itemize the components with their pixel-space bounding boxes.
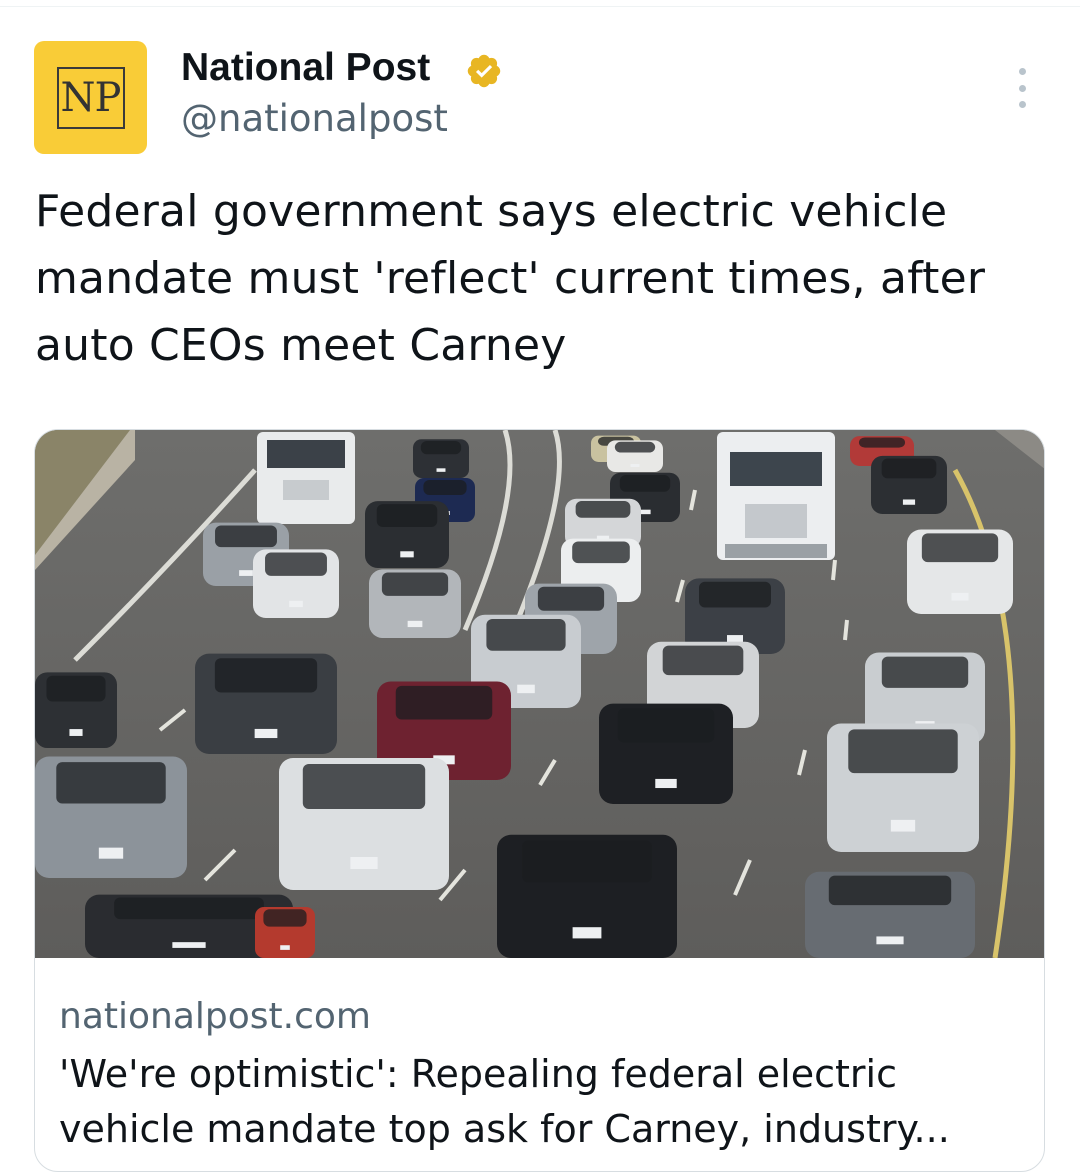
- link-card[interactable]: nationalpost.com 'We're optimistic': Rep…: [34, 429, 1045, 1172]
- top-divider: [0, 6, 1080, 7]
- avatar-logo: NP: [56, 66, 125, 129]
- card-title-line: 'We're optimistic': Repealing federal el…: [59, 1052, 897, 1096]
- avatar[interactable]: NP: [34, 41, 147, 154]
- card-domain: nationalpost.com: [59, 996, 371, 1037]
- author-name[interactable]: National Post: [181, 46, 430, 90]
- card-title: 'We're optimistic': Repealing federal el…: [59, 1047, 1019, 1157]
- author-handle[interactable]: @nationalpost: [181, 97, 448, 140]
- tweet-line: auto CEOs meet Carney: [35, 320, 567, 371]
- card-title-line: vehicle mandate top ask for Carney, indu…: [59, 1107, 950, 1151]
- tweet-line: Federal government says electric vehicle: [35, 186, 948, 237]
- more-options-icon[interactable]: [1010, 68, 1034, 108]
- tweet-text: Federal government says electric vehicle…: [35, 178, 1045, 379]
- verified-badge-icon: [467, 54, 501, 88]
- tweet-line: mandate must 'reflect' current times, af…: [35, 253, 986, 304]
- traffic-photo: [35, 430, 1044, 958]
